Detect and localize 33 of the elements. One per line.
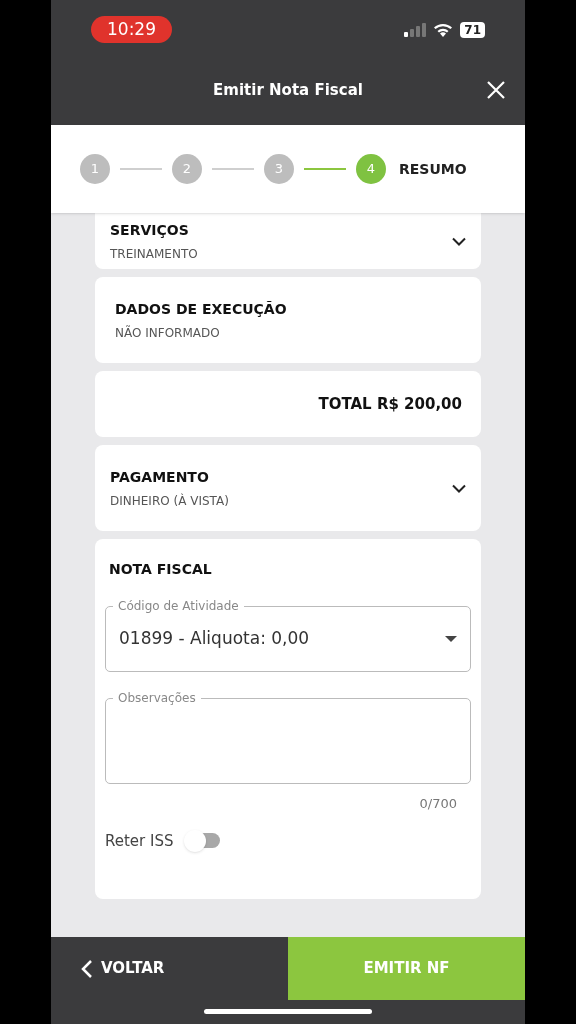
signal-icon — [404, 22, 427, 37]
step-title: RESUMO — [399, 159, 467, 179]
status-time: 10:29 — [91, 15, 172, 44]
character-counter: 0/700 — [419, 795, 457, 813]
select-value: 01899 - Aliquota: 0,00 — [119, 627, 310, 651]
section-title: NOTA FISCAL — [108, 560, 213, 579]
close-icon — [487, 81, 505, 99]
step-indicator: 1 — [80, 154, 110, 184]
wifi-icon — [433, 22, 454, 37]
section-title: PAGAMENTO — [110, 467, 210, 487]
step-indicator: 2 — [172, 154, 202, 184]
back-button[interactable]: VOLTAR — [51, 937, 288, 1000]
dropdown-arrow-icon — [445, 636, 457, 642]
section-value: TREINAMENTO — [110, 245, 198, 263]
field-label: Código de Atividade — [113, 598, 244, 614]
section-card[interactable]: SERVIÇOS TREINAMENTO — [95, 213, 481, 269]
battery-indicator: 71 — [460, 21, 485, 38]
close-button[interactable] — [485, 79, 507, 101]
field-label: Observações — [113, 690, 201, 706]
section-card[interactable]: PAGAMENTO DINHEIRO (À VISTA) — [95, 445, 481, 531]
chevron-left-icon — [81, 958, 93, 979]
toggle-label: Reter ISS — [105, 830, 174, 852]
step-indicator: 3 — [264, 154, 294, 184]
reter-iss-switch[interactable] — [183, 829, 222, 852]
step-indicator: 4 — [356, 154, 386, 184]
section-value: DINHEIRO (À VISTA) — [110, 492, 229, 510]
section-value: NÃO INFORMADO — [115, 324, 221, 342]
window-title: Emitir Nota Fiscal — [213, 79, 363, 101]
chevron-down-icon — [452, 483, 466, 493]
section-title: SERVIÇOS — [110, 220, 190, 240]
chevron-down-icon — [452, 236, 466, 246]
total-amount: TOTAL R$ 200,00 — [318, 393, 462, 415]
section-title: DADOS DE EXECUÇÃO — [115, 299, 287, 319]
